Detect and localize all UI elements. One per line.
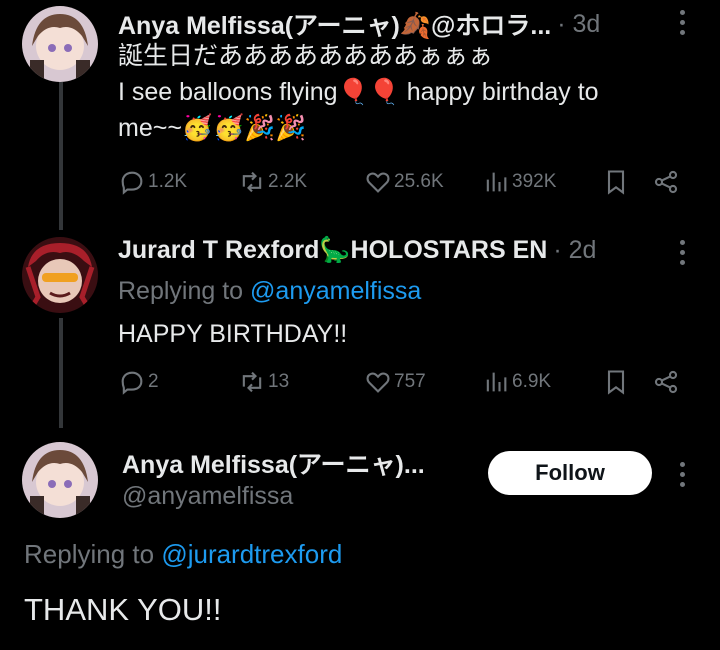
repost-count: 2.2K [268, 171, 308, 192]
bookmark-icon [607, 170, 625, 195]
user-handle[interactable]: @anyamelfissa [122, 478, 293, 514]
bookmark-button[interactable] [602, 168, 630, 196]
avatar-anya[interactable] [22, 6, 98, 82]
replying-prefix: Replying to [24, 539, 162, 569]
share-button[interactable] [652, 168, 680, 196]
tweet-text-line: me~~🥳🥳🎉🎉 [118, 114, 307, 142]
tweet-actions: 2 13 757 6.9K [118, 368, 688, 402]
replying-to: Replying to @jurardtrexford [24, 536, 342, 572]
display-name[interactable]: Anya Melfissa(アーニャ)🍂@ホロラ... [118, 6, 551, 42]
tweet-text-line: I see balloons flying🎈🎈 happy birthday t… [118, 78, 599, 106]
replying-prefix: Replying to [118, 277, 251, 305]
repost-button[interactable]: 13 [238, 368, 289, 396]
timestamp[interactable]: · 2d [553, 236, 596, 265]
reply-button[interactable]: 1.2K [118, 168, 187, 196]
reply-icon [121, 171, 143, 195]
display-name[interactable]: Jurard T Rexford🦕HOLOSTARS EN [118, 236, 547, 265]
repost-icon [242, 371, 262, 393]
reply-count: 2 [148, 371, 159, 392]
replying-to: Replying to @anyamelfissa [118, 273, 421, 309]
like-icon [366, 172, 390, 193]
repost-count: 13 [268, 371, 290, 392]
bookmark-icon [607, 370, 625, 395]
like-icon [366, 372, 390, 393]
repost-button[interactable]: 2.2K [238, 168, 307, 196]
like-count: 25.6K [394, 171, 444, 192]
thread-line [59, 318, 63, 428]
views-count: 6.9K [512, 371, 552, 392]
more-icon[interactable] [678, 10, 686, 35]
tweet-text: 誕生日だああああああああぁぁぁ I see balloons flying🎈🎈 … [118, 38, 599, 146]
like-count: 757 [394, 371, 426, 392]
reply-button[interactable]: 2 [118, 368, 159, 396]
timestamp[interactable]: · 3d [557, 10, 600, 39]
tweet-text: HAPPY BIRTHDAY!! [118, 320, 348, 348]
tweet-header: Jurard T Rexford🦕HOLOSTARS EN · 2d [118, 236, 596, 265]
focused-header: Anya Melfissa(アーニャ)... [122, 445, 425, 481]
avatar-anya-focused[interactable] [22, 442, 98, 518]
views-button[interactable]: 6.9K [482, 368, 551, 396]
like-button[interactable]: 25.6K [364, 168, 444, 196]
views-icon [486, 372, 507, 392]
follow-button[interactable]: Follow [488, 451, 652, 495]
views-count: 392K [512, 171, 557, 192]
like-button[interactable]: 757 [364, 368, 426, 396]
tweet-actions: 1.2K 2.2K 25.6K 392K [118, 168, 688, 202]
share-button[interactable] [652, 368, 680, 396]
reply-icon [121, 371, 143, 395]
display-name[interactable]: Anya Melfissa(アーニャ)... [122, 445, 425, 481]
reply-count: 1.2K [148, 171, 188, 192]
focused-tweet-text: THANK YOU!! [24, 592, 222, 627]
views-icon [486, 172, 507, 192]
tweet-header: Anya Melfissa(アーニャ)🍂@ホロラ... · 3d [118, 6, 600, 42]
share-icon [654, 370, 678, 394]
tweet-text-line: 誕生日だああああああああぁぁぁ [118, 42, 494, 70]
bookmark-button[interactable] [602, 368, 630, 396]
thread-line [59, 82, 63, 230]
share-icon [654, 170, 678, 194]
repost-icon [242, 171, 262, 193]
replying-handle-link[interactable]: @anyamelfissa [250, 277, 421, 305]
more-icon[interactable] [678, 240, 686, 265]
avatar-jurard[interactable] [22, 237, 98, 313]
more-icon[interactable] [678, 462, 686, 487]
replying-handle-link[interactable]: @jurardtrexford [161, 539, 342, 569]
views-button[interactable]: 392K [482, 168, 556, 196]
